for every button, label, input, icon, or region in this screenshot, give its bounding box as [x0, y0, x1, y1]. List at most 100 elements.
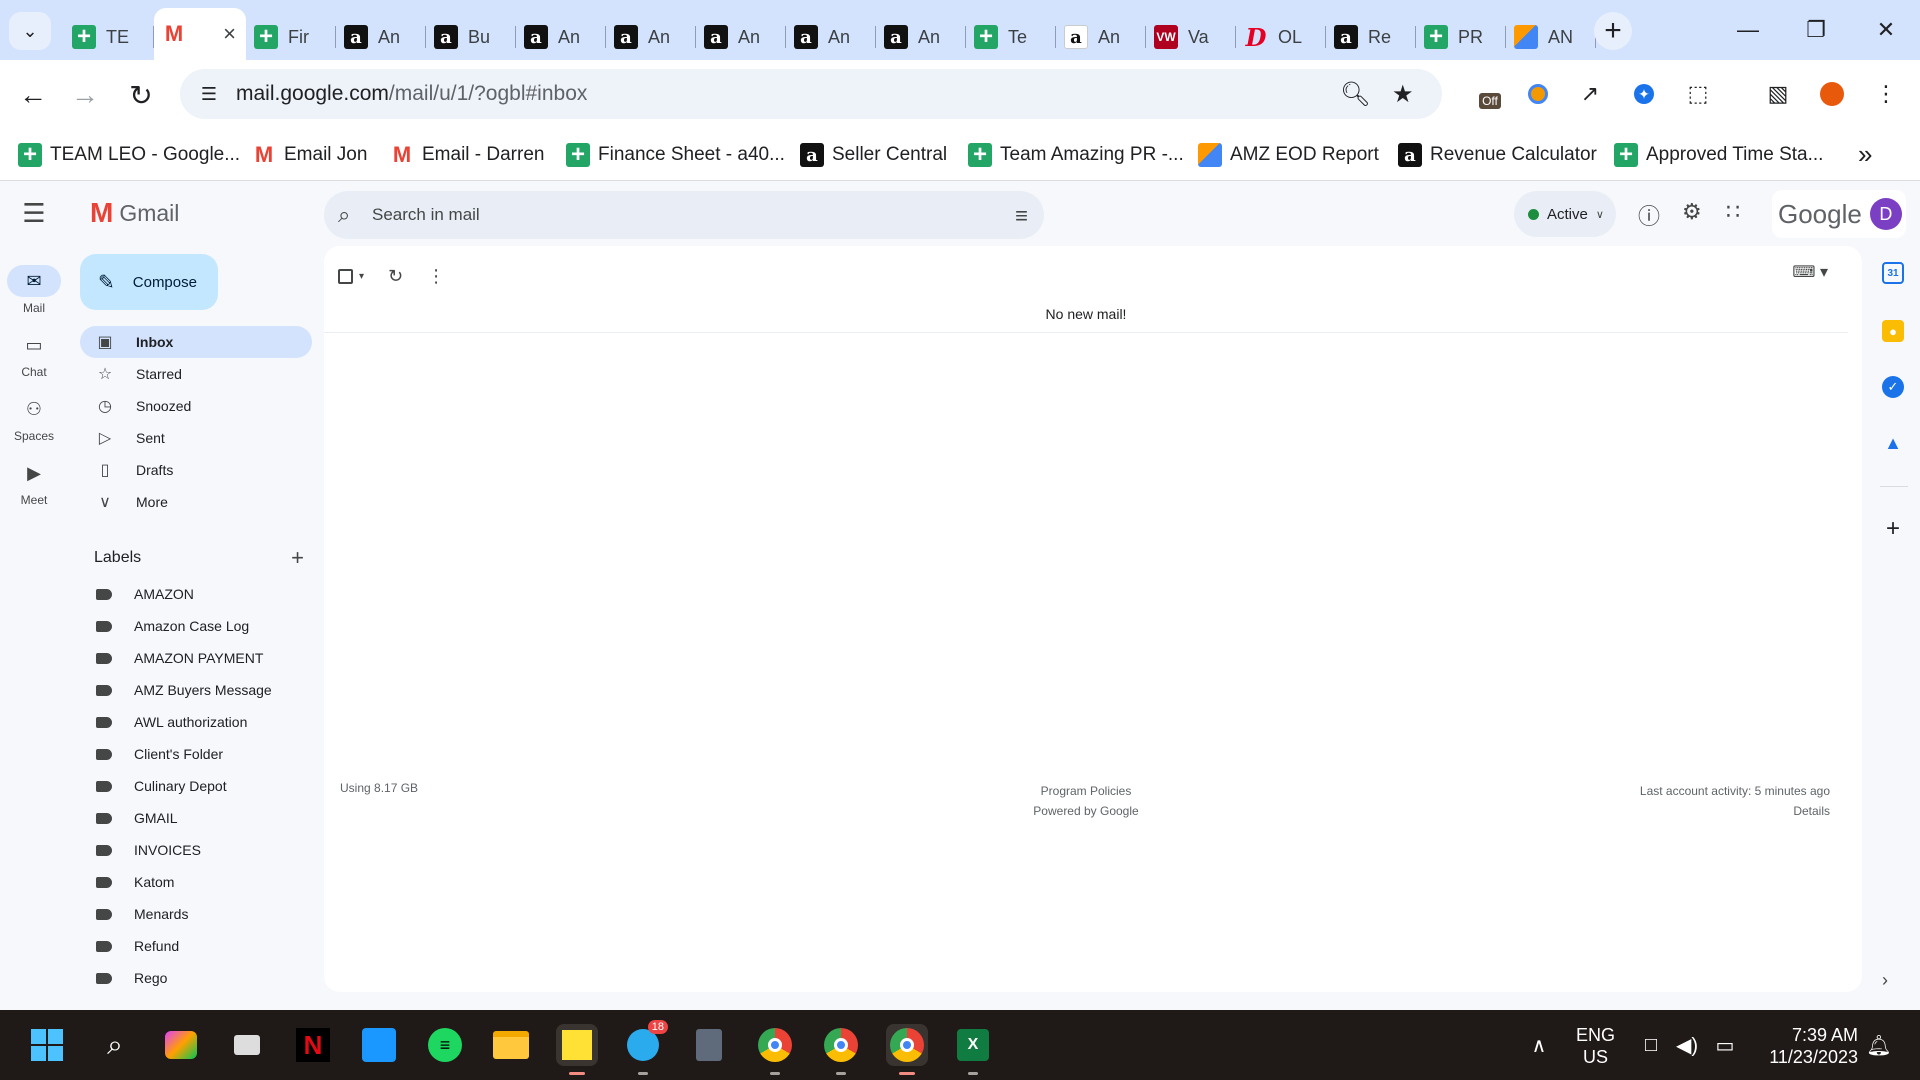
chevron-right-icon[interactable]: ›: [1882, 970, 1888, 991]
bookmark[interactable]: + Team Amazing PR -...: [968, 139, 1184, 171]
compose-button[interactable]: ✎ Compose: [80, 254, 218, 310]
rail-item-mail[interactable]: ✉ Mail: [0, 265, 68, 315]
gmail-logo[interactable]: M Gmail: [90, 197, 179, 229]
tab[interactable]: a An: [336, 14, 426, 60]
url-text[interactable]: mail.google.com/mail/u/1/?ogbl#inbox: [236, 82, 587, 106]
gear-icon[interactable]: ⚙: [1682, 199, 1702, 225]
tab[interactable]: + TE: [64, 14, 154, 60]
details-link[interactable]: Details: [1640, 801, 1830, 821]
tab[interactable]: + Te: [966, 14, 1056, 60]
status-chip[interactable]: Active ∨: [1514, 191, 1616, 237]
extension-orange-icon[interactable]: [1522, 78, 1554, 110]
tab[interactable]: a An: [786, 14, 876, 60]
label-item[interactable]: INVOICES: [80, 834, 312, 866]
nav-item-drafts[interactable]: ▯ Drafts: [80, 454, 312, 486]
search-icon[interactable]: ⌕: [94, 1024, 136, 1066]
back-button[interactable]: ←: [14, 76, 52, 114]
tab[interactable]: VW Va: [1146, 14, 1236, 60]
chrome-icon[interactable]: [886, 1024, 928, 1075]
tab[interactable]: a An: [1056, 14, 1146, 60]
bookmark[interactable]: + Finance Sheet - a40...: [566, 139, 785, 171]
tab[interactable]: + PR: [1416, 14, 1506, 60]
tab[interactable]: a An: [696, 14, 786, 60]
browser-menu-icon[interactable]: ⋮: [1870, 78, 1902, 110]
label-item[interactable]: Client's Folder: [80, 738, 312, 770]
clock[interactable]: 7:39 AM 11/23/2023: [1760, 1024, 1858, 1068]
sticky-notes-icon[interactable]: [556, 1024, 598, 1075]
label-item[interactable]: Katom: [80, 866, 312, 898]
bookmark[interactable]: a Seller Central: [800, 139, 947, 171]
tab-active-gmail[interactable]: M ×: [154, 8, 246, 60]
contacts-icon[interactable]: ▲: [1882, 432, 1904, 454]
spotify-icon[interactable]: ≡: [424, 1024, 466, 1066]
program-policies-link[interactable]: Program Policies: [324, 781, 1848, 801]
windows-start-icon[interactable]: [26, 1024, 68, 1066]
forward-button[interactable]: →: [66, 76, 104, 114]
file-explorer-icon[interactable]: [490, 1024, 532, 1066]
bookmark[interactable]: AMZ EOD Report: [1198, 139, 1379, 171]
tab[interactable]: a An: [606, 14, 696, 60]
telegram-icon[interactable]: 18: [622, 1020, 668, 1075]
tab[interactable]: D OL: [1236, 14, 1326, 60]
rail-item-spaces[interactable]: ⚇ Spaces: [0, 393, 68, 444]
bookmark[interactable]: a Revenue Calculator: [1398, 139, 1597, 171]
prime-video-icon[interactable]: [358, 1024, 400, 1066]
calendar-icon[interactable]: 31: [1882, 262, 1904, 284]
account-button[interactable]: Google D: [1772, 190, 1906, 238]
chrome-icon[interactable]: [820, 1024, 862, 1075]
nav-item-inbox[interactable]: ▣ Inbox: [80, 326, 312, 358]
help-icon[interactable]: ⓘ: [1638, 199, 1660, 231]
extension-off-icon[interactable]: Off: [1470, 78, 1510, 110]
chevron-up-icon[interactable]: ∧: [1518, 1024, 1560, 1066]
tab[interactable]: a Re: [1326, 14, 1416, 60]
rail-item-meet[interactable]: ▶ Meet: [0, 457, 68, 508]
netflix-icon[interactable]: N: [292, 1024, 334, 1066]
extension-blue-icon[interactable]: ✦: [1628, 78, 1660, 110]
extension-cursor-icon[interactable]: ↗: [1574, 78, 1606, 110]
label-item[interactable]: GMAIL: [80, 802, 312, 834]
volume-icon[interactable]: ◀): [1666, 1024, 1708, 1066]
tab-search-button[interactable]: ⌄: [9, 12, 51, 50]
select-all-checkbox[interactable]: ▾: [338, 268, 364, 284]
restore-button[interactable]: ❐: [1796, 12, 1836, 48]
label-item[interactable]: Rego: [80, 962, 312, 994]
main-menu-icon[interactable]: ☰: [20, 198, 48, 228]
label-item[interactable]: AMAZON PAYMENT: [80, 642, 312, 674]
label-item[interactable]: Amazon Case Log: [80, 610, 312, 642]
tab[interactable]: + Fir: [246, 14, 336, 60]
site-info-icon[interactable]: ☰: [196, 81, 222, 107]
search-icon[interactable]: ⌕: [338, 202, 350, 228]
label-item[interactable]: AWL authorization: [80, 706, 312, 738]
tab[interactable]: a Bu: [426, 14, 516, 60]
tab[interactable]: AN: [1506, 14, 1596, 60]
task-view-icon[interactable]: [226, 1024, 268, 1066]
bookmark-star-icon[interactable]: ★: [1392, 80, 1414, 109]
tasks-icon[interactable]: ✓: [1882, 376, 1904, 398]
extensions-puzzle-icon[interactable]: ⬚: [1682, 78, 1714, 110]
calculator-icon[interactable]: [688, 1024, 730, 1066]
bookmark[interactable]: + TEAM LEO - Google...: [18, 139, 240, 171]
copilot-icon[interactable]: [160, 1024, 202, 1066]
label-item[interactable]: AMAZON: [80, 578, 312, 610]
tab[interactable]: a An: [876, 14, 966, 60]
search-input[interactable]: [368, 191, 968, 239]
chrome-icon[interactable]: [754, 1024, 796, 1075]
label-item[interactable]: Refund: [80, 930, 312, 962]
close-icon[interactable]: ×: [223, 21, 236, 47]
zoom-icon[interactable]: 🔍︎: [1340, 80, 1370, 109]
bookmark[interactable]: M Email - Darren: [390, 139, 545, 171]
nav-item-snoozed[interactable]: ◷ Snoozed: [80, 390, 312, 422]
search-options-icon[interactable]: ≡: [1015, 203, 1028, 229]
new-tab-button[interactable]: +: [1594, 12, 1632, 50]
minimize-button[interactable]: —: [1728, 12, 1768, 48]
language-indicator[interactable]: ENG US: [1576, 1024, 1615, 1068]
bookmark[interactable]: M Email Jon: [252, 139, 368, 171]
more-vert-icon[interactable]: ⋮: [427, 266, 445, 287]
label-item[interactable]: Culinary Depot: [80, 770, 312, 802]
keep-icon[interactable]: ●: [1882, 320, 1904, 342]
apps-grid-icon[interactable]: ∷: [1726, 199, 1740, 225]
battery-icon[interactable]: ▭: [1704, 1024, 1746, 1066]
refresh-icon[interactable]: ↻: [388, 266, 403, 287]
excel-icon[interactable]: X: [952, 1024, 994, 1075]
nav-item-starred[interactable]: ☆ Starred: [80, 358, 312, 390]
